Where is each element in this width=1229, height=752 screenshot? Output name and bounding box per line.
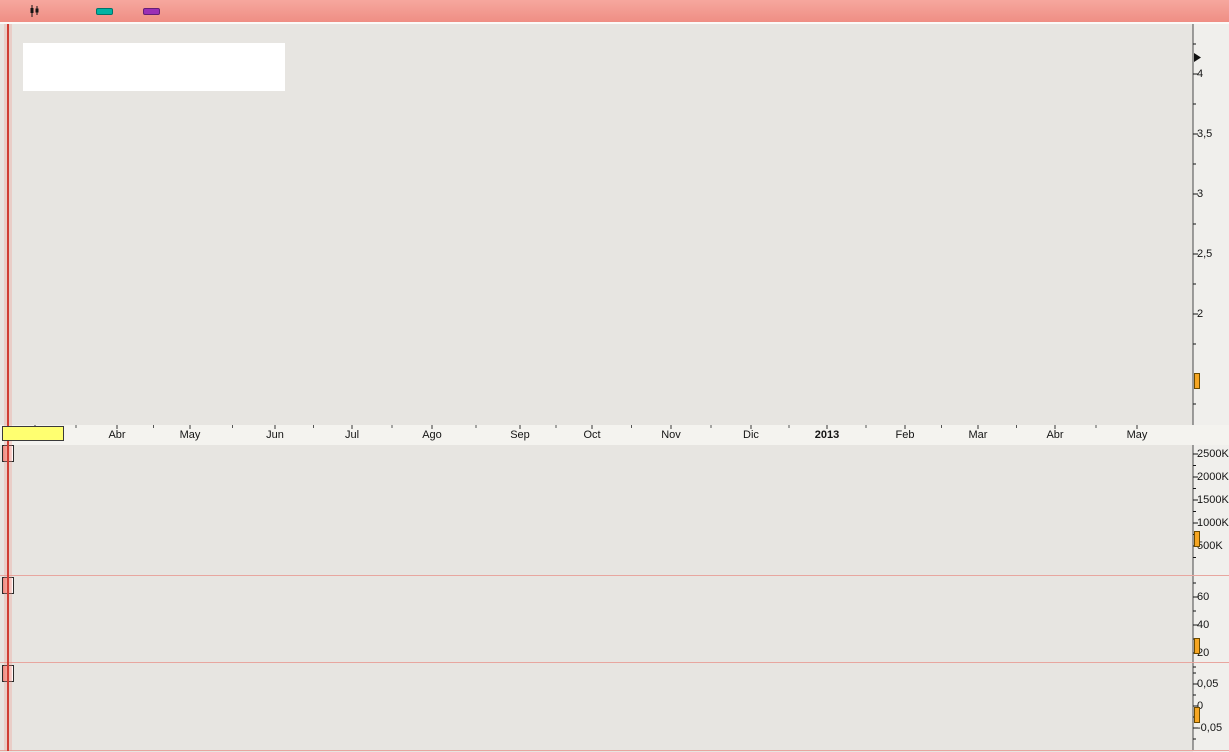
tab-rsi[interactable]	[2, 577, 14, 594]
charting-application-window: Abr May Jun Jul Ago Sep Oct Nov Dic 2013 Feb Mar Abr…	[0, 0, 1229, 752]
month-label: Abr	[95, 429, 139, 441]
month-label: Dic	[729, 429, 773, 441]
cursor-date-badge	[2, 426, 64, 441]
month-label: Mar	[956, 429, 1000, 441]
price-tick-label: 3	[1197, 188, 1203, 200]
price-tick-label: 4	[1197, 68, 1203, 80]
tab-macd[interactable]	[2, 665, 14, 682]
price-tick-label: 2,5	[1197, 248, 1212, 260]
rsi-tick-label: 40	[1197, 619, 1209, 631]
month-label: Abr	[1033, 429, 1077, 441]
month-label: Ago	[410, 429, 454, 441]
rsi-chart-canvas[interactable]	[4, 577, 1193, 660]
month-label: May	[1115, 429, 1159, 441]
macd-tick-label: -0,05	[1197, 722, 1222, 734]
last-rsi-badge	[1194, 638, 1200, 654]
month-label: Sep	[498, 429, 542, 441]
month-label: Feb	[883, 429, 927, 441]
tab-volumen[interactable]	[2, 445, 14, 462]
mm20-line-icon	[96, 8, 113, 15]
month-label: Oct	[570, 429, 614, 441]
month-label: May	[168, 429, 212, 441]
volume-tick-label: 2000K	[1197, 471, 1229, 483]
last-volume-badge	[1194, 531, 1200, 547]
volume-tick-label: 1000K	[1197, 517, 1229, 529]
month-label: Nov	[649, 429, 693, 441]
date-axis[interactable]: Abr May Jun Jul Ago Sep Oct Nov Dic 2013 Feb Mar Abr…	[0, 425, 1229, 445]
volume-tick-label: 1500K	[1197, 494, 1229, 506]
pane-separator	[0, 575, 1229, 576]
month-label: Jun	[253, 429, 297, 441]
rsi-tick-label: 60	[1197, 591, 1209, 603]
pane-separator	[0, 750, 1229, 751]
month-label: 2013	[805, 429, 849, 441]
tooltip-box	[23, 43, 285, 91]
volume-tick-label: 500K	[1197, 540, 1223, 552]
last-price-badge	[1194, 373, 1200, 389]
price-tick-label: 2	[1197, 308, 1203, 320]
chart-legend-toolbar	[0, 0, 1229, 23]
month-label: Jul	[330, 429, 374, 441]
pane-separator	[0, 662, 1229, 663]
last-macd-badge	[1194, 707, 1200, 723]
volume-tick-label: 2500K	[1197, 448, 1229, 460]
volume-chart-canvas[interactable]	[4, 446, 1193, 570]
macd-chart-canvas[interactable]	[4, 664, 1193, 750]
bollinger-line-icon	[143, 8, 160, 15]
macd-tick-label: 0,05	[1197, 678, 1218, 690]
candlestick-icon	[28, 5, 40, 17]
watermark	[16, 409, 32, 421]
price-tick-label: 3,5	[1197, 128, 1212, 140]
